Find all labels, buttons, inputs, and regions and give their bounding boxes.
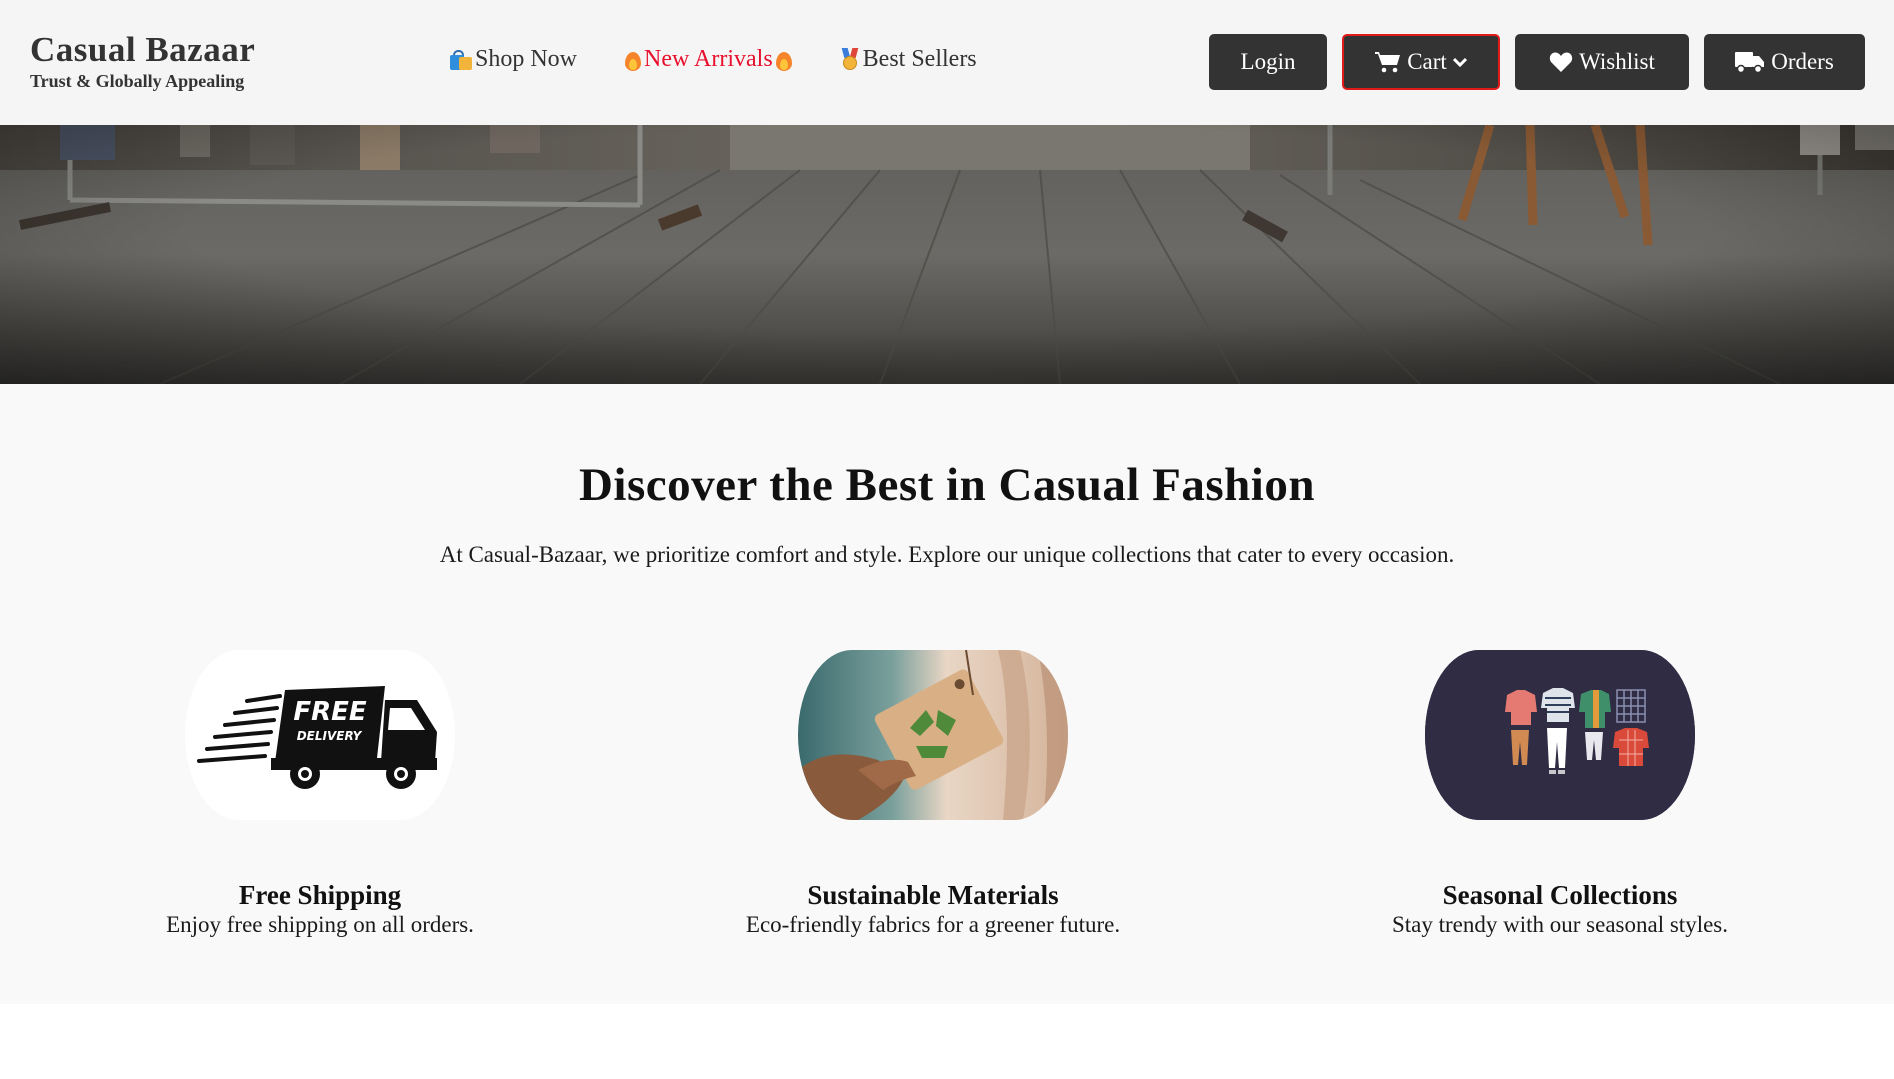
login-button[interactable]: Login <box>1209 34 1327 90</box>
feature-title: Sustainable Materials <box>807 880 1059 910</box>
nav-new-arrivals[interactable]: New Arrivals <box>625 46 792 73</box>
orders-button[interactable]: Orders <box>1704 34 1865 90</box>
feature-sustainable-materials: Sustainable Materials Eco-friendly fabri… <box>723 650 1143 940</box>
feature-description: Stay trendy with our seasonal styles. <box>1391 912 1728 937</box>
truck-free-text: FREE <box>293 697 367 727</box>
wishlist-button-label: Wishlist <box>1579 49 1655 74</box>
chevron-down-icon <box>1452 57 1467 67</box>
recycle-tag-photo <box>798 650 1068 820</box>
section-heading: Discover the Best in Casual Fashion <box>578 459 1316 511</box>
truck-icon <box>1735 52 1765 74</box>
shopping-cart-icon <box>1375 52 1401 73</box>
feature-description: Eco-friendly fabrics for a greener futur… <box>745 912 1121 937</box>
clothing-collection-illustration <box>1425 650 1695 820</box>
shopping-bags-icon <box>450 49 472 70</box>
nav-shop-now[interactable]: Shop Now <box>450 46 577 73</box>
nav-shop-now-label: Shop Now <box>475 46 578 72</box>
brand-tagline: Trust & Globally Appealing <box>30 71 245 91</box>
nav-best-sellers-label: Best Sellers <box>862 46 977 72</box>
header-actions: Login Cart Wishlist Orders <box>1209 34 1865 90</box>
feature-seasonal-collections: Seasonal Collections Stay trendy with ou… <box>1350 650 1770 940</box>
nav-best-sellers[interactable]: Best Sellers <box>840 46 977 73</box>
feature-description: Enjoy free shipping on all orders. <box>166 912 474 937</box>
wishlist-button[interactable]: Wishlist <box>1515 34 1689 90</box>
brand-name[interactable]: Casual Bazaar <box>30 30 255 70</box>
heart-icon <box>1549 52 1573 72</box>
main-section: Discover the Best in Casual Fashion At C… <box>0 384 1894 1004</box>
feature-free-shipping: FREE DELIVERY Free Shipping Enjoy free s… <box>110 650 530 940</box>
nav-new-arrivals-label: New Arrivals <box>644 46 773 72</box>
orders-button-label: Orders <box>1771 49 1834 74</box>
delivery-truck-icon: FREE DELIVERY <box>197 686 437 789</box>
site-header: Casual Bazaar Trust & Globally Appealing… <box>0 0 1894 125</box>
brand[interactable]: Casual Bazaar Trust & Globally Appealing <box>30 30 255 92</box>
feature-title: Free Shipping <box>238 880 402 910</box>
truck-delivery-text: DELIVERY <box>297 729 363 743</box>
fire-icon <box>775 49 792 71</box>
clothing-collection-image <box>1425 650 1695 820</box>
page: Casual Bazaar Trust & Globally Appealing… <box>0 0 1894 1079</box>
cart-button-label: Cart <box>1407 49 1447 74</box>
recycle-tag-image <box>798 650 1068 820</box>
section-lead: At Casual-Bazaar, we prioritize comfort … <box>439 542 1455 567</box>
free-delivery-truck-image: FREE DELIVERY <box>185 650 455 820</box>
feature-title: Seasonal Collections <box>1442 880 1678 910</box>
hero-banner-image <box>0 125 1894 384</box>
medal-icon <box>840 47 860 72</box>
clothing-store-floor-image <box>0 125 1894 384</box>
main-nav: Shop Now New Arrivals Best Sellers <box>450 46 1025 73</box>
login-button-label: Login <box>1240 49 1296 74</box>
fire-icon <box>625 49 642 71</box>
cart-button[interactable]: Cart <box>1342 34 1500 90</box>
